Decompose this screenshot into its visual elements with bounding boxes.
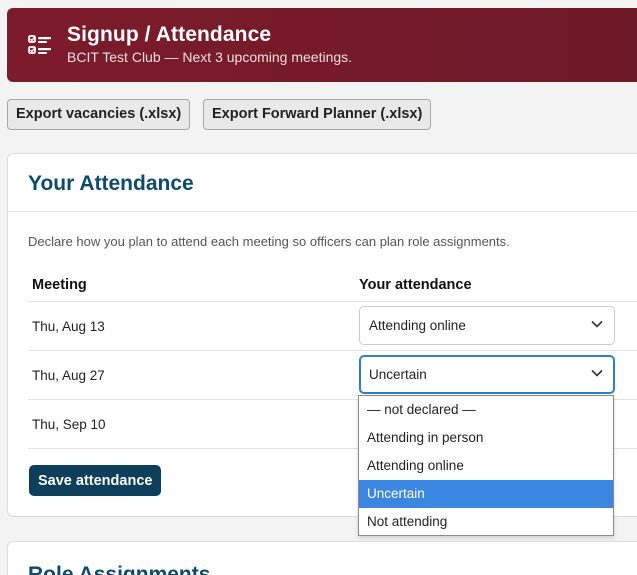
role-assignments-card: Role Assignments bbox=[7, 541, 637, 575]
attendance-description: Declare how you plan to attend each meet… bbox=[28, 234, 510, 249]
meeting-date: Thu, Aug 13 bbox=[32, 319, 105, 334]
attendance-select-value: Attending online bbox=[369, 318, 466, 333]
meeting-date: Thu, Aug 27 bbox=[32, 368, 105, 383]
row-divider bbox=[28, 301, 637, 302]
dropdown-option-not-declared[interactable]: — not declared — bbox=[359, 396, 613, 424]
page-header: Signup / Attendance BCIT Test Club — Nex… bbox=[7, 8, 637, 82]
attendance-title: Your Attendance bbox=[28, 172, 194, 195]
export-vacancies-button[interactable]: Export vacancies (.xlsx) bbox=[7, 99, 191, 130]
dropdown-option-not-attending[interactable]: Not attending bbox=[359, 508, 613, 536]
dropdown-option-online[interactable]: Attending online bbox=[359, 452, 613, 480]
dropdown-option-uncertain[interactable]: Uncertain bbox=[359, 480, 613, 508]
page-subtitle: BCIT Test Club — Next 3 upcoming meeting… bbox=[67, 49, 353, 65]
attendance-select[interactable]: Attending online bbox=[359, 306, 615, 345]
attendance-select[interactable]: Uncertain bbox=[359, 355, 615, 394]
export-forward-planner-button[interactable]: Export Forward Planner (.xlsx) bbox=[203, 99, 432, 130]
column-header-attendance: Your attendance bbox=[359, 277, 472, 293]
page-title: Signup / Attendance bbox=[67, 23, 272, 46]
attendance-dropdown-list[interactable]: — not declared — Attending in person Att… bbox=[358, 395, 614, 536]
checklist-icon bbox=[28, 35, 51, 54]
attendance-card-header: Your Attendance bbox=[8, 154, 637, 212]
column-header-meeting: Meeting bbox=[32, 277, 87, 293]
attendance-select-value: Uncertain bbox=[369, 367, 427, 382]
row-divider bbox=[28, 350, 637, 351]
dropdown-option-in-person[interactable]: Attending in person bbox=[359, 424, 613, 452]
save-attendance-button[interactable]: Save attendance bbox=[29, 465, 162, 496]
chevron-down-icon bbox=[591, 369, 603, 377]
role-assignments-title: Role Assignments bbox=[28, 563, 211, 575]
meeting-date: Thu, Sep 10 bbox=[32, 417, 106, 432]
chevron-down-icon bbox=[591, 320, 603, 328]
